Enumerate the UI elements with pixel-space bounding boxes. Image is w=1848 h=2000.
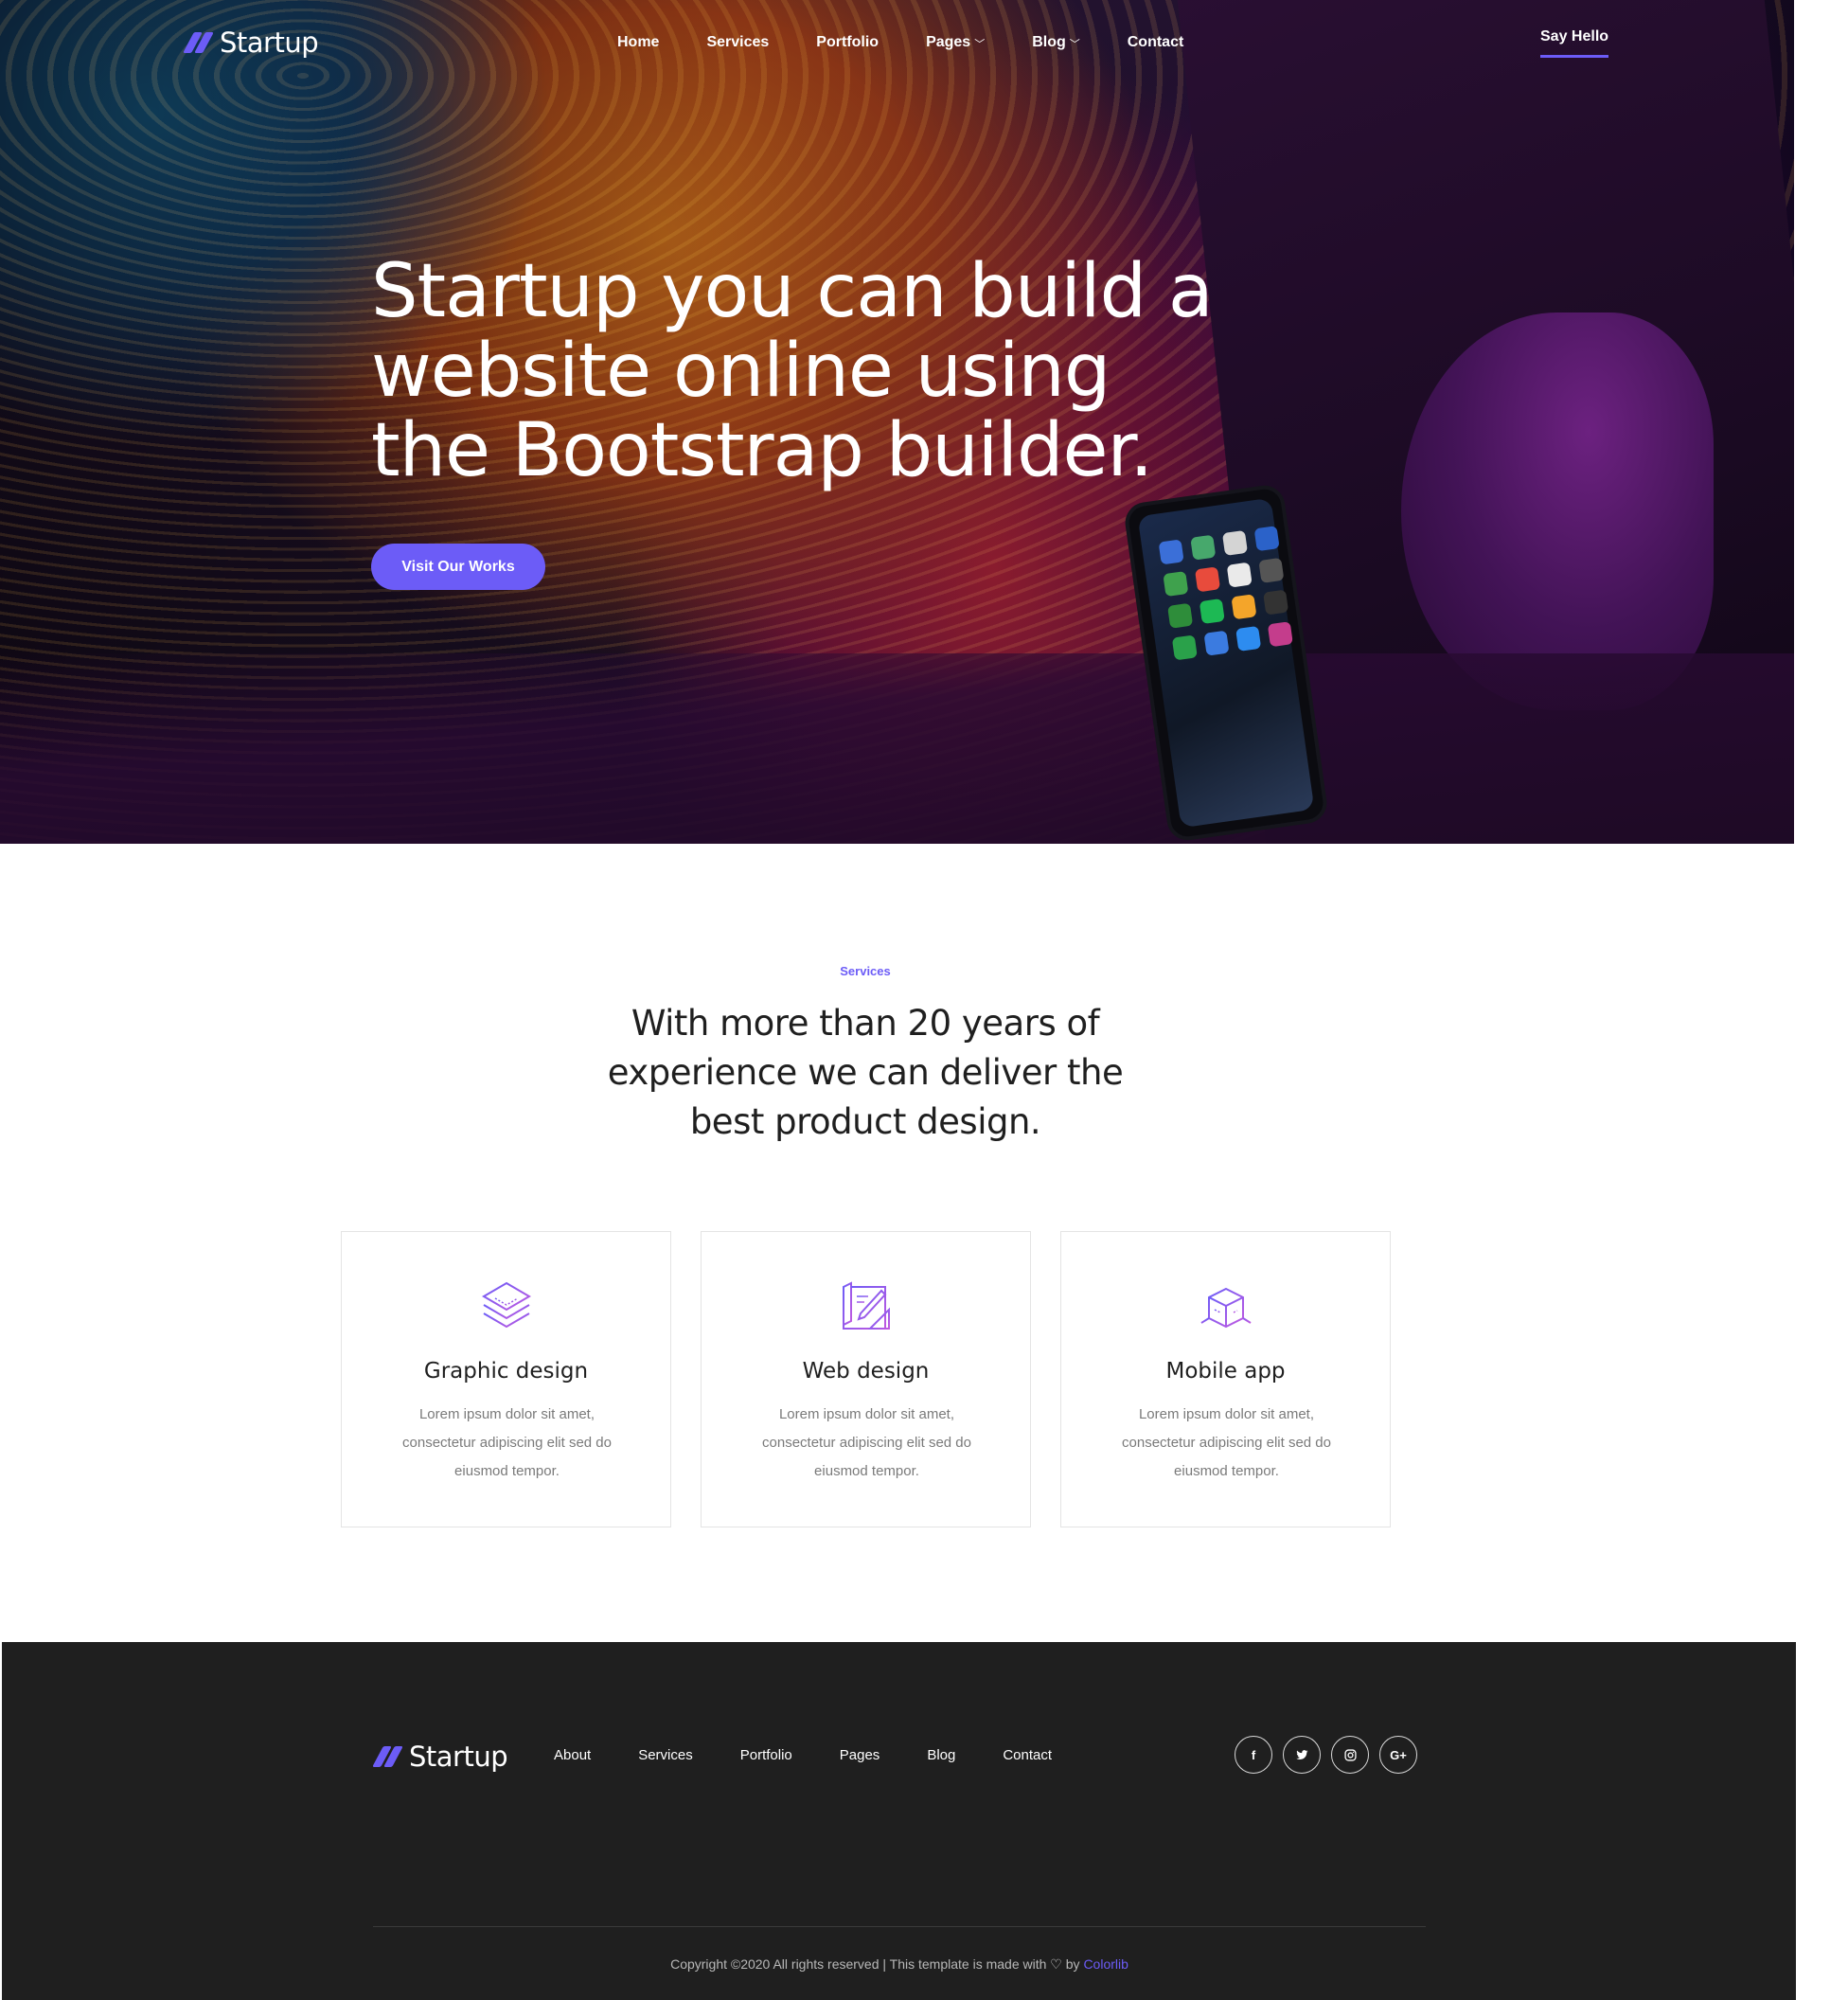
hero-background-lamp — [1401, 312, 1714, 710]
nav-portfolio[interactable]: Portfolio — [816, 34, 879, 51]
nav-label: Home — [617, 34, 660, 50]
service-card-mobile-app: Mobile app Lorem ipsum dolor sit amet, c… — [1060, 1231, 1391, 1527]
footer-logo[interactable]: Startup — [372, 1741, 508, 1773]
hero-title: Startup you can build a website online u… — [371, 249, 1214, 493]
main-nav: Home Services Portfolio Pages ﹀ Blog ﹀ Con… — [617, 34, 1231, 51]
copyright-text: Copyright ©2020 All rights reserved | Th… — [0, 1956, 1799, 1973]
social-links: f G+ — [1235, 1736, 1417, 1774]
footer-nav: About Services Portfolio Pages Blog Cont… — [554, 1747, 1099, 1763]
logo-text: Startup — [220, 27, 319, 59]
header-logo[interactable]: Startup — [183, 27, 319, 59]
card-text: Lorem ipsum dolor sit amet, consectetur … — [1122, 1406, 1331, 1479]
nav-label: Portfolio — [816, 34, 880, 50]
layers-icon — [478, 1277, 535, 1334]
heart-icon: ♡ — [1050, 1956, 1062, 1972]
card-title: Graphic design — [423, 1359, 589, 1384]
footer-nav-contact[interactable]: Contact — [1003, 1747, 1052, 1763]
nav-label: Services — [706, 34, 770, 50]
nav-blog[interactable]: Blog ﹀ — [1032, 34, 1080, 51]
nav-home[interactable]: Home — [617, 34, 659, 51]
logo-text: Startup — [409, 1741, 508, 1773]
footer-nav-portfolio[interactable]: Portfolio — [740, 1747, 792, 1763]
nav-contact[interactable]: Contact — [1128, 34, 1184, 51]
nav-label: Contact — [1127, 34, 1184, 50]
logo-mark-icon — [372, 1746, 403, 1767]
visit-our-works-button[interactable]: Visit Our Works — [371, 544, 545, 590]
logo-mark-icon — [183, 32, 214, 53]
facebook-icon[interactable]: f — [1235, 1736, 1272, 1774]
twitter-icon[interactable] — [1283, 1736, 1321, 1774]
blueprint-icon — [838, 1277, 895, 1334]
google-plus-icon[interactable]: G+ — [1379, 1736, 1417, 1774]
chevron-down-icon: ﹀ — [1069, 39, 1080, 50]
copyright-by: by — [1065, 1956, 1080, 1972]
copyright-prefix: Copyright ©2020 All rights reserved | Th… — [670, 1956, 1047, 1972]
footer-divider — [373, 1926, 1426, 1927]
nav-pages[interactable]: Pages ﹀ — [926, 34, 985, 51]
nav-label: Pages — [926, 34, 971, 50]
footer-nav-about[interactable]: About — [554, 1747, 591, 1763]
section-label: Services — [840, 964, 891, 978]
service-card-web-design: Web design Lorem ipsum dolor sit amet, c… — [701, 1231, 1031, 1527]
nav-services[interactable]: Services — [706, 34, 769, 51]
service-card-graphic-design: Graphic design Lorem ipsum dolor sit ame… — [341, 1231, 671, 1527]
colorlib-link[interactable]: Colorlib — [1083, 1956, 1128, 1972]
say-hello-link[interactable]: Say Hello — [1540, 28, 1609, 58]
nav-label: Blog — [1032, 34, 1066, 50]
footer-nav-pages[interactable]: Pages — [840, 1747, 880, 1763]
card-title: Web design — [802, 1359, 930, 1384]
footer-nav-blog[interactable]: Blog — [927, 1747, 955, 1763]
card-text: Lorem ipsum dolor sit amet, consectetur … — [762, 1406, 971, 1479]
footer-nav-services[interactable]: Services — [638, 1747, 693, 1763]
cube-icon — [1198, 1277, 1254, 1334]
site-footer — [2, 1642, 1796, 2000]
section-heading: With more than 20 years of experience we… — [607, 1003, 1124, 1142]
card-title: Mobile app — [1165, 1359, 1286, 1384]
chevron-down-icon: ﹀ — [974, 39, 986, 50]
hero-background-desk — [0, 653, 1794, 844]
card-text: Lorem ipsum dolor sit amet, consectetur … — [402, 1406, 612, 1479]
instagram-icon[interactable] — [1331, 1736, 1369, 1774]
